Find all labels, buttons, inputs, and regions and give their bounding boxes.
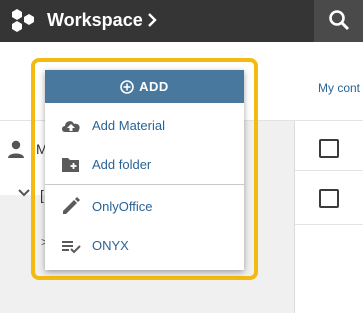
cloud-upload-icon [62, 121, 80, 132]
menu-item-label: OnlyOffice [92, 199, 153, 214]
add-button-label: ADD [139, 79, 169, 94]
menu-item-add-material[interactable]: Add Material [45, 108, 244, 144]
plus-circle-icon [120, 79, 134, 94]
select-all-checkbox[interactable] [319, 139, 339, 158]
chevron-down-icon[interactable] [18, 188, 30, 198]
person-icon [8, 140, 24, 158]
row-divider [295, 224, 363, 225]
search-icon [329, 10, 350, 31]
my-content-link[interactable]: My cont [318, 81, 360, 95]
menu-item-add-folder[interactable]: Add folder [45, 147, 244, 183]
add-button[interactable]: ADD [45, 70, 244, 103]
menu-item-label: Add folder [92, 157, 152, 172]
chevron-right-icon[interactable] [147, 13, 157, 27]
list-check-icon [62, 241, 81, 254]
search-button[interactable] [314, 0, 363, 42]
row-checkbox[interactable] [319, 189, 339, 208]
page-title[interactable]: Workspace [47, 10, 143, 30]
menu-separator [45, 184, 244, 185]
workspace-logo-icon[interactable] [10, 8, 36, 32]
top-bar: Workspace [0, 0, 363, 42]
pencil-icon [63, 197, 80, 214]
menu-item-label: ONYX [92, 238, 129, 253]
menu-item-onyx[interactable]: ONYX [45, 228, 244, 264]
folder-plus-icon [62, 158, 79, 172]
menu-item-label: Add Material [92, 118, 165, 133]
menu-item-onlyoffice[interactable]: OnlyOffice [45, 189, 244, 225]
add-dropdown-menu: ADD Add Material Add folder OnlyOffice O… [45, 70, 244, 270]
row-divider [295, 170, 363, 171]
